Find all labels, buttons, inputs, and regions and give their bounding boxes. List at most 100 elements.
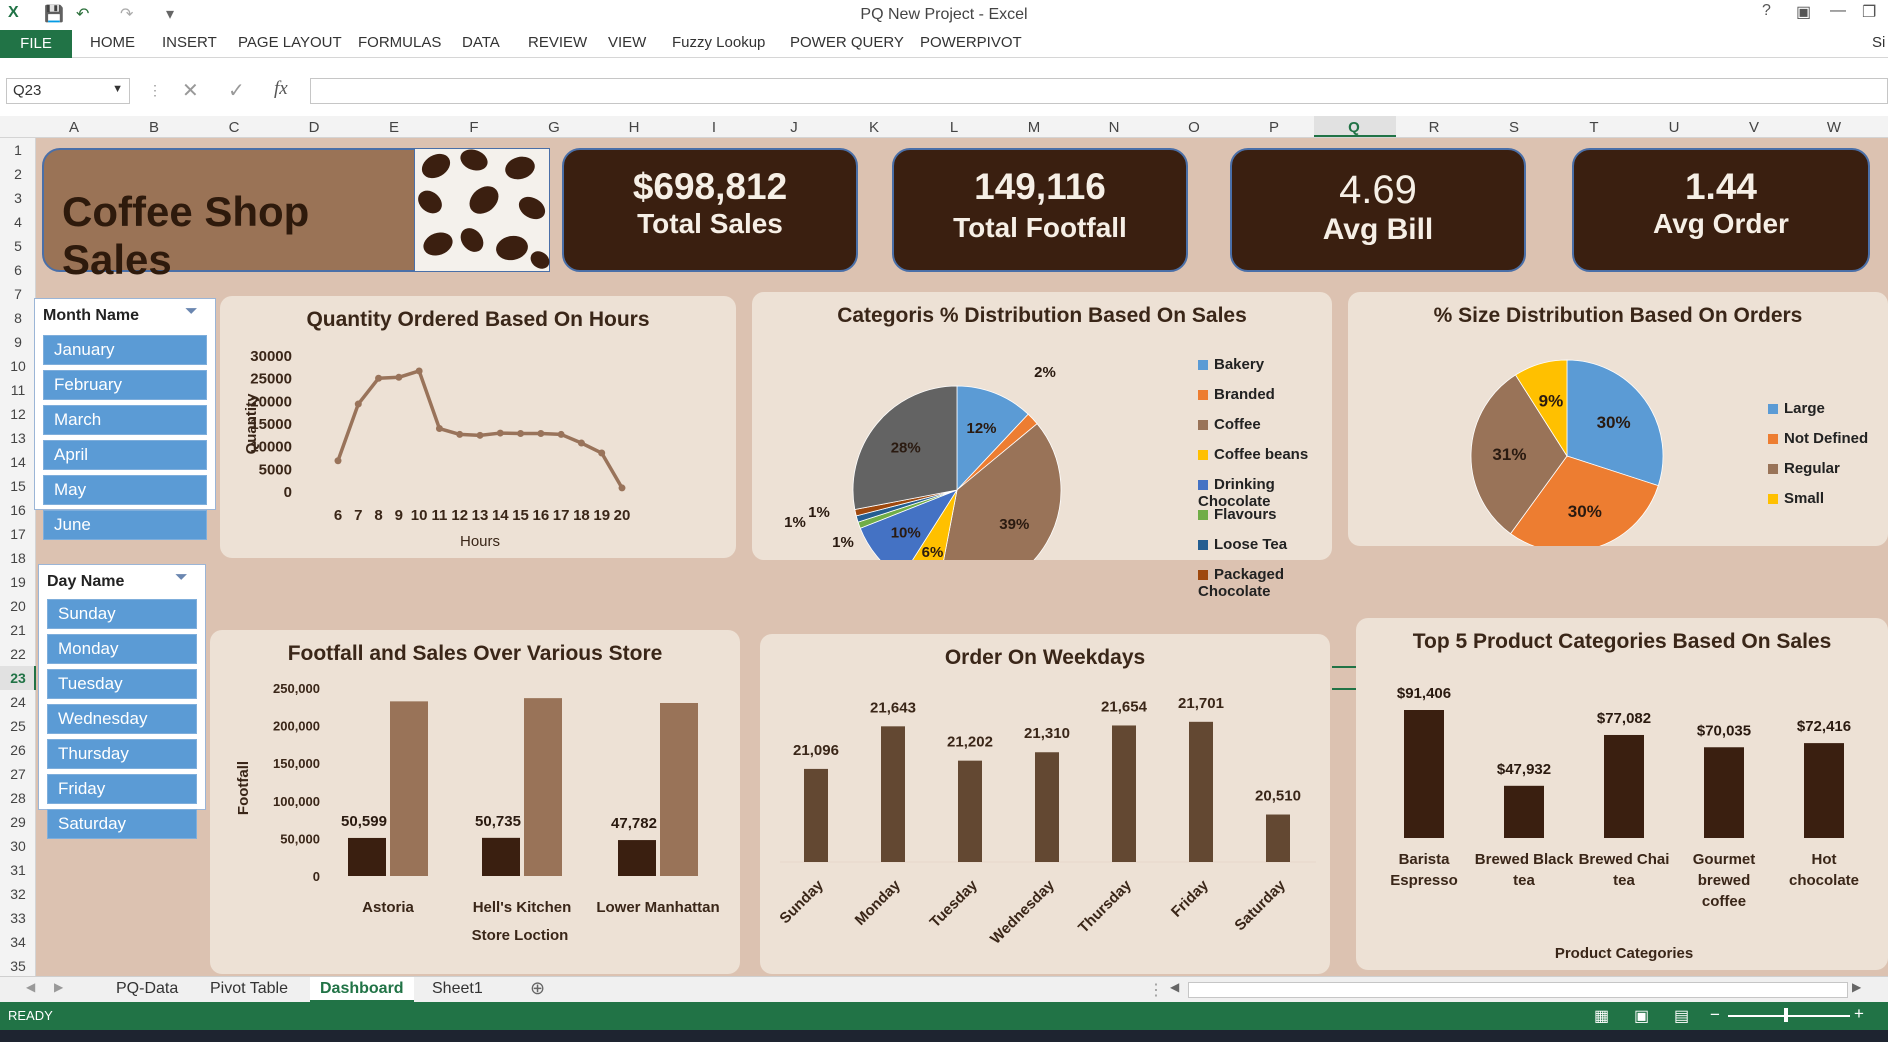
column-header[interactable]: J bbox=[784, 119, 804, 136]
column-header[interactable]: C bbox=[224, 119, 244, 136]
column-header[interactable]: R bbox=[1424, 119, 1444, 136]
tab-power-query[interactable]: POWER QUERY bbox=[790, 34, 904, 51]
row-header[interactable]: 18 bbox=[0, 550, 36, 566]
month-slicer-item[interactable]: January bbox=[43, 335, 207, 365]
help-icon[interactable]: ? bbox=[1762, 2, 1771, 20]
row-header[interactable]: 17 bbox=[0, 526, 36, 542]
row-header[interactable]: 21 bbox=[0, 622, 36, 638]
column-header[interactable]: M bbox=[1024, 119, 1044, 136]
add-sheet-icon[interactable]: ⊕ bbox=[530, 978, 545, 999]
row-header[interactable]: 32 bbox=[0, 886, 36, 902]
sheet-tab-pq-data[interactable]: PQ-Data bbox=[116, 980, 178, 998]
tab-fuzzy-lookup[interactable]: Fuzzy Lookup bbox=[672, 34, 765, 51]
column-header[interactable]: L bbox=[944, 119, 964, 136]
column-header[interactable]: E bbox=[384, 119, 404, 136]
day-slicer-item[interactable]: Tuesday bbox=[47, 669, 197, 699]
clear-filter-icon[interactable]: ⏷ bbox=[175, 569, 188, 587]
month-slicer-item[interactable]: March bbox=[43, 405, 207, 435]
row-header[interactable]: 26 bbox=[0, 742, 36, 758]
restore-icon[interactable]: ❐ bbox=[1862, 2, 1876, 22]
column-header-selected[interactable]: Q bbox=[1344, 119, 1364, 136]
user-name[interactable]: Si bbox=[1872, 34, 1885, 51]
column-header[interactable]: U bbox=[1664, 119, 1684, 136]
row-header-selected[interactable]: 23 bbox=[0, 670, 36, 686]
row-header[interactable]: 24 bbox=[0, 694, 36, 710]
row-header[interactable]: 22 bbox=[0, 646, 36, 662]
column-header[interactable]: H bbox=[624, 119, 644, 136]
row-header[interactable]: 8 bbox=[0, 310, 36, 326]
row-header[interactable]: 27 bbox=[0, 766, 36, 782]
row-header[interactable]: 11 bbox=[0, 382, 36, 398]
row-header[interactable]: 35 bbox=[0, 958, 36, 974]
column-header[interactable]: T bbox=[1584, 119, 1604, 136]
clear-filter-icon[interactable]: ⏷ bbox=[185, 303, 198, 321]
row-header[interactable]: 33 bbox=[0, 910, 36, 926]
row-header[interactable]: 12 bbox=[0, 406, 36, 422]
minimize-icon[interactable]: — bbox=[1830, 2, 1846, 20]
tab-insert[interactable]: INSERT bbox=[162, 34, 217, 51]
column-header[interactable]: G bbox=[544, 119, 564, 136]
month-slicer-item[interactable]: April bbox=[43, 440, 207, 470]
zoom-in-icon[interactable]: + bbox=[1854, 1004, 1864, 1024]
day-slicer-item[interactable]: Wednesday bbox=[47, 704, 197, 734]
column-header[interactable]: W bbox=[1824, 119, 1844, 136]
row-header[interactable]: 6 bbox=[0, 262, 36, 278]
row-header[interactable]: 25 bbox=[0, 718, 36, 734]
day-slicer-item[interactable]: Saturday bbox=[47, 809, 197, 839]
row-header[interactable]: 9 bbox=[0, 334, 36, 350]
column-header[interactable]: F bbox=[464, 119, 484, 136]
row-header[interactable]: 1 bbox=[0, 142, 36, 158]
zoom-slider[interactable] bbox=[1728, 1015, 1850, 1017]
tab-view[interactable]: VIEW bbox=[608, 34, 646, 51]
day-slicer-item[interactable]: Sunday bbox=[47, 599, 197, 629]
sheet-tab-dashboard[interactable]: Dashboard bbox=[310, 977, 414, 1003]
row-header[interactable]: 10 bbox=[0, 358, 36, 374]
row-header[interactable]: 4 bbox=[0, 214, 36, 230]
row-header[interactable]: 14 bbox=[0, 454, 36, 470]
month-slicer-item[interactable]: June bbox=[43, 510, 207, 540]
formula-input[interactable] bbox=[310, 78, 1888, 104]
row-header[interactable]: 15 bbox=[0, 478, 36, 494]
day-slicer-item[interactable]: Thursday bbox=[47, 739, 197, 769]
tab-review[interactable]: REVIEW bbox=[528, 34, 587, 51]
tab-formulas[interactable]: FORMULAS bbox=[358, 34, 441, 51]
page-break-view-icon[interactable]: ▤ bbox=[1674, 1006, 1689, 1026]
zoom-slider-thumb[interactable] bbox=[1784, 1008, 1788, 1022]
row-header[interactable]: 29 bbox=[0, 814, 36, 830]
month-slicer-item[interactable]: February bbox=[43, 370, 207, 400]
tab-page-layout[interactable]: PAGE LAYOUT bbox=[238, 34, 342, 51]
scroll-left-icon[interactable]: ◀ bbox=[26, 980, 35, 994]
horizontal-scrollbar[interactable] bbox=[1188, 982, 1848, 998]
month-slicer-item[interactable]: May bbox=[43, 475, 207, 505]
hscroll-right-icon[interactable]: ▶ bbox=[1852, 980, 1861, 994]
row-header[interactable]: 34 bbox=[0, 934, 36, 950]
column-header[interactable]: K bbox=[864, 119, 884, 136]
day-slicer-item[interactable]: Friday bbox=[47, 774, 197, 804]
day-slicer-item[interactable]: Monday bbox=[47, 634, 197, 664]
row-header[interactable]: 5 bbox=[0, 238, 36, 254]
column-header[interactable]: S bbox=[1504, 119, 1524, 136]
sheet-tab-pivot-table[interactable]: Pivot Table bbox=[210, 980, 288, 998]
scroll-right-icon[interactable]: ▶ bbox=[54, 980, 63, 994]
tab-powerpivot[interactable]: POWERPIVOT bbox=[920, 34, 1022, 51]
cancel-icon[interactable]: ✕ bbox=[182, 78, 199, 103]
page-layout-view-icon[interactable]: ▣ bbox=[1634, 1006, 1649, 1026]
ribbon-display-icon[interactable]: ▣ bbox=[1796, 2, 1811, 22]
row-header[interactable]: 30 bbox=[0, 838, 36, 854]
row-header[interactable]: 28 bbox=[0, 790, 36, 806]
row-header[interactable]: 16 bbox=[0, 502, 36, 518]
row-header[interactable]: 3 bbox=[0, 190, 36, 206]
column-header[interactable]: P bbox=[1264, 119, 1284, 136]
hscroll-left-icon[interactable]: ◀ bbox=[1170, 980, 1179, 994]
column-header[interactable]: I bbox=[704, 119, 724, 136]
tab-data[interactable]: DATA bbox=[462, 34, 500, 51]
enter-icon[interactable]: ✓ bbox=[228, 78, 245, 103]
row-header[interactable]: 20 bbox=[0, 598, 36, 614]
tab-home[interactable]: HOME bbox=[90, 34, 135, 51]
file-tab[interactable]: FILE bbox=[0, 30, 72, 58]
normal-view-icon[interactable]: ▦ bbox=[1594, 1006, 1609, 1026]
row-header[interactable]: 31 bbox=[0, 862, 36, 878]
name-box[interactable]: Q23 ▼ bbox=[6, 78, 130, 104]
row-header[interactable]: 19 bbox=[0, 574, 36, 590]
column-header[interactable]: D bbox=[304, 119, 324, 136]
